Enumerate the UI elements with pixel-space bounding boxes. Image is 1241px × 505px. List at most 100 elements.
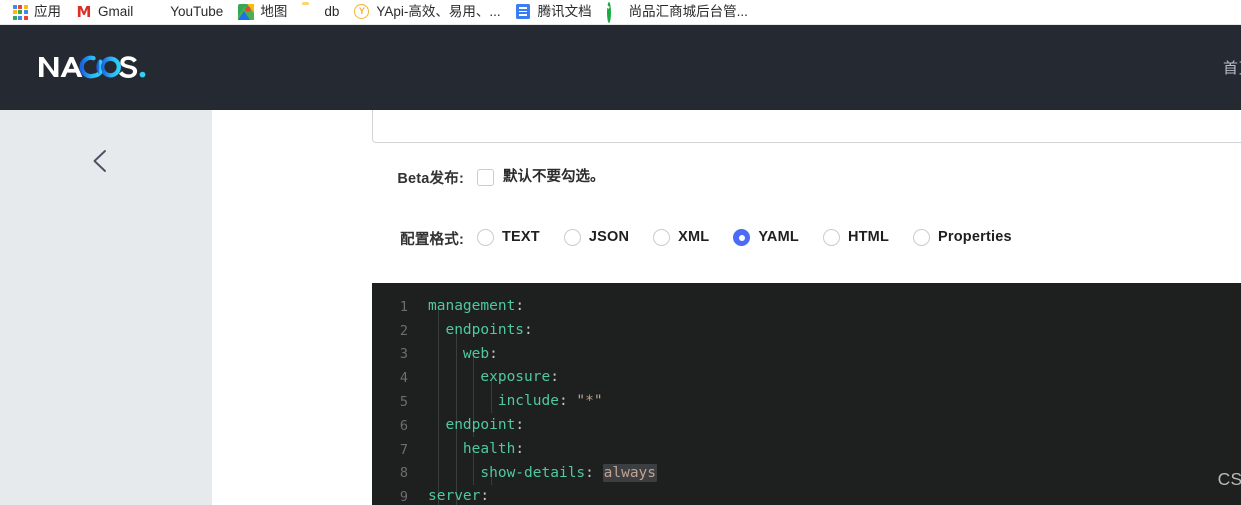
code-line-text: management: <box>418 295 1241 319</box>
header-nav: 首页 <box>1223 25 1241 110</box>
radio-circle-selected-icon <box>733 229 751 246</box>
radio-option-xml[interactable]: XML <box>653 229 709 246</box>
nacos-logo[interactable] <box>37 48 165 88</box>
code-line: 8 show-details: always <box>372 462 1241 486</box>
nav-link-home[interactable]: 首页 <box>1223 57 1241 78</box>
beta-publish-checkbox[interactable] <box>477 168 494 186</box>
yapi-icon: Y <box>354 4 370 20</box>
beta-publish-hint: 默认不要勾选。 <box>503 169 605 185</box>
code-line: 6 endpoint: <box>372 414 1241 438</box>
radio-option-properties[interactable]: Properties <box>913 229 1012 246</box>
app-header: 首页 <box>0 25 1241 110</box>
yaml-string-value: "*" <box>576 393 603 410</box>
bookmark-label: 尚品汇商城后台管... <box>628 4 748 20</box>
bookmark-label: YouTube <box>170 4 224 20</box>
yaml-key: endpoints <box>445 321 525 338</box>
code-line: 1 management: <box>372 295 1241 319</box>
yaml-colon: : <box>515 440 525 457</box>
yaml-selected-value: always <box>602 463 658 482</box>
radio-label: JSON <box>588 229 630 245</box>
page-body: Beta发布: 默认不要勾选。 配置格式: TEXT JSON XML YAML… <box>0 110 1241 505</box>
radio-option-html[interactable]: HTML <box>822 229 890 246</box>
bookmark-tencent-docs[interactable]: 腾讯文档 <box>510 1 601 23</box>
config-content-code-editor[interactable]: 1 management: 2 endpoints: 3 web: 4 expo… <box>372 283 1241 505</box>
bookmark-yapi[interactable]: Y YApi-高效、易用、... <box>348 1 509 23</box>
yaml-colon: : <box>515 298 525 314</box>
line-number: 3 <box>399 346 408 363</box>
line-number: 5 <box>399 394 408 411</box>
folder-icon <box>302 4 318 20</box>
yaml-colon: : <box>480 488 490 505</box>
yaml-colon: : <box>585 464 594 481</box>
code-line-text: show-details: always <box>418 462 1241 486</box>
code-line-text: include: "*" <box>418 390 1241 414</box>
config-format-radio-group: TEXT JSON XML YAML HTML Properties <box>477 229 1036 246</box>
form-row-config-format: 配置格式: TEXT JSON XML YAML HTML Properties <box>212 229 1036 251</box>
code-line-text: exposure: <box>418 366 1241 390</box>
apps-grid-icon <box>12 4 28 20</box>
radio-label: HTML <box>847 229 890 245</box>
config-description-input[interactable] <box>372 110 1241 143</box>
google-maps-icon <box>238 4 255 20</box>
config-format-label: 配置格式: <box>400 232 464 248</box>
bookmark-label: Gmail <box>98 4 134 20</box>
radio-circle-icon <box>653 229 671 246</box>
radio-label: YAML <box>758 229 799 245</box>
radio-circle-icon <box>563 229 581 246</box>
code-line: 4 exposure: <box>372 366 1241 390</box>
radio-option-text[interactable]: TEXT <box>477 229 540 246</box>
line-number: 7 <box>399 441 408 458</box>
bookmark-label: 腾讯文档 <box>537 4 592 20</box>
code-line: 9 server: <box>372 485 1241 505</box>
gmail-icon: M <box>76 3 92 21</box>
yaml-key: include <box>497 393 559 410</box>
bookmark-gmail[interactable]: M Gmail <box>70 1 142 23</box>
radio-label: Properties <box>938 229 1012 245</box>
yaml-key: web <box>462 345 490 362</box>
code-line-text: web: <box>418 343 1241 367</box>
form-row-beta-publish: Beta发布: 默认不要勾选。 <box>212 168 605 190</box>
yaml-key: exposure <box>480 369 551 386</box>
bookmark-label: 地图 <box>260 4 288 20</box>
radio-circle-icon <box>913 229 931 246</box>
line-number: 6 <box>399 417 408 434</box>
radio-option-json[interactable]: JSON <box>563 229 630 246</box>
radio-circle-icon <box>822 229 840 246</box>
yaml-colon: : <box>515 416 525 433</box>
yaml-key: show-details <box>480 464 586 481</box>
bookmark-youtube[interactable]: YouTube <box>142 1 232 23</box>
code-line: 5 include: "*" <box>372 390 1241 414</box>
code-line-text: endpoints: <box>418 319 1241 343</box>
yaml-key: health <box>462 440 516 457</box>
bookmark-label: db <box>324 4 340 20</box>
yaml-colon: : <box>550 369 559 386</box>
yaml-colon: : <box>524 321 533 338</box>
bookmark-shangpinhui[interactable]: 尚品汇商城后台管... <box>601 1 757 23</box>
shangpinhui-icon <box>606 2 623 23</box>
yaml-key: server <box>428 488 481 505</box>
bookmark-apps[interactable]: 应用 <box>6 1 70 23</box>
csdn-watermark: CSDN @beita学Java <box>1217 469 1241 489</box>
bookmark-db[interactable]: db <box>296 1 348 23</box>
bookmark-maps[interactable]: 地图 <box>232 1 296 23</box>
beta-publish-label: Beta发布: <box>397 171 464 187</box>
config-form-panel: Beta发布: 默认不要勾选。 配置格式: TEXT JSON XML YAML… <box>212 110 1241 505</box>
code-line: 2 endpoints: <box>372 319 1241 343</box>
code-line-text: server: <box>418 485 1241 505</box>
radio-label: TEXT <box>502 229 540 245</box>
yaml-colon: : <box>489 345 498 362</box>
radio-label: XML <box>678 229 710 245</box>
code-line-text: health: <box>418 438 1241 462</box>
line-number: 1 <box>399 298 408 315</box>
radio-option-yaml[interactable]: YAML <box>733 229 799 246</box>
code-line: 3 web: <box>372 343 1241 367</box>
left-sidebar <box>0 110 212 505</box>
code-line-text: endpoint: <box>418 414 1241 438</box>
yaml-key: management <box>428 298 516 314</box>
line-number: 2 <box>399 322 408 339</box>
youtube-icon <box>148 4 164 20</box>
sidebar-collapse-button[interactable] <box>86 147 114 175</box>
tencent-docs-icon <box>515 4 532 20</box>
yaml-colon: : <box>558 393 568 410</box>
chevron-left-icon <box>89 148 111 174</box>
